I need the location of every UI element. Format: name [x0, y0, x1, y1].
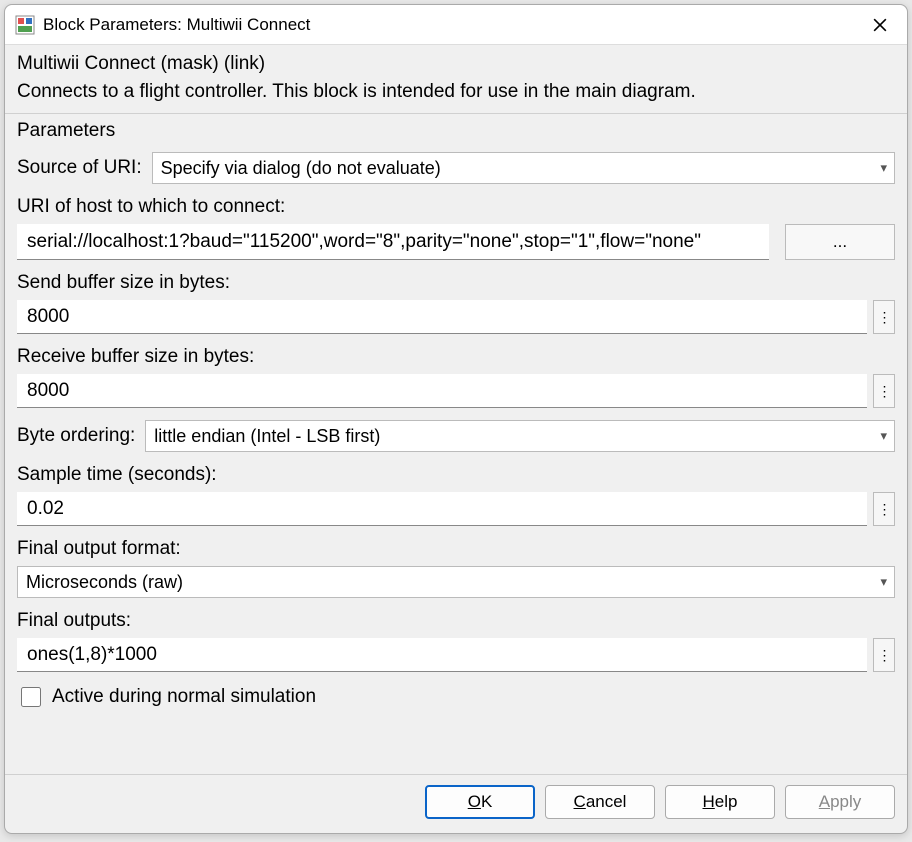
vertical-ellipsis-icon: ⋮ — [878, 310, 891, 324]
sample-time-more-button[interactable]: ⋮ — [873, 492, 895, 526]
mask-header: Multiwii Connect (mask) (link) Connects … — [5, 45, 907, 114]
help-mnemonic: H — [703, 792, 715, 811]
vertical-ellipsis-icon: ⋮ — [878, 384, 891, 398]
ok-mnemonic: O — [468, 792, 481, 811]
vertical-ellipsis-icon: ⋮ — [878, 648, 891, 662]
titlebar: Block Parameters: Multiwii Connect — [5, 5, 907, 45]
final-output-format-select[interactable]: Microseconds (raw) — [17, 566, 895, 598]
final-outputs-more-button[interactable]: ⋮ — [873, 638, 895, 672]
active-sim-label[interactable]: Active during normal simulation — [52, 686, 316, 708]
close-icon — [873, 18, 887, 32]
cancel-button[interactable]: Cancel — [545, 785, 655, 819]
source-of-uri-select[interactable]: Specify via dialog (do not evaluate) — [152, 152, 895, 184]
cancel-mnemonic: C — [574, 792, 586, 811]
ok-button[interactable]: OK — [425, 785, 535, 819]
apply-button[interactable]: Apply — [785, 785, 895, 819]
receive-buffer-input[interactable] — [17, 374, 867, 408]
uri-browse-button[interactable]: ... — [785, 224, 895, 260]
apply-mnemonic: A — [819, 792, 830, 811]
app-icon — [15, 15, 35, 35]
dialog-window: Block Parameters: Multiwii Connect Multi… — [4, 4, 908, 834]
help-rest: elp — [715, 792, 738, 811]
receive-buffer-more-button[interactable]: ⋮ — [873, 374, 895, 408]
ok-rest: K — [481, 792, 492, 811]
close-button[interactable] — [857, 8, 903, 42]
apply-rest: pply — [830, 792, 861, 811]
mask-title: Multiwii Connect (mask) (link) — [17, 53, 895, 75]
sample-time-input[interactable] — [17, 492, 867, 526]
uri-label: URI of host to which to connect: — [17, 196, 895, 218]
sample-time-label: Sample time (seconds): — [17, 464, 895, 486]
receive-buffer-label: Receive buffer size in bytes: — [17, 346, 895, 368]
source-of-uri-label: Source of URI: — [17, 157, 142, 179]
uri-input[interactable] — [17, 224, 769, 260]
dialog-footer: OK Cancel Help Apply — [5, 774, 907, 833]
send-buffer-more-button[interactable]: ⋮ — [873, 300, 895, 334]
cancel-rest: ancel — [586, 792, 627, 811]
mask-description: Connects to a flight controller. This bl… — [17, 81, 895, 103]
send-buffer-label: Send buffer size in bytes: — [17, 272, 895, 294]
vertical-ellipsis-icon: ⋮ — [878, 502, 891, 516]
parameters-panel: Parameters Source of URI: Specify via di… — [5, 114, 907, 774]
active-sim-checkbox[interactable] — [21, 687, 41, 707]
window-title: Block Parameters: Multiwii Connect — [43, 15, 857, 35]
help-button[interactable]: Help — [665, 785, 775, 819]
final-outputs-label: Final outputs: — [17, 610, 895, 632]
final-outputs-input[interactable] — [17, 638, 867, 672]
send-buffer-input[interactable] — [17, 300, 867, 334]
final-output-format-label: Final output format: — [17, 538, 895, 560]
byte-ordering-select[interactable]: little endian (Intel - LSB first) — [145, 420, 895, 452]
byte-ordering-label: Byte ordering: — [17, 425, 135, 447]
parameters-heading: Parameters — [17, 120, 895, 142]
